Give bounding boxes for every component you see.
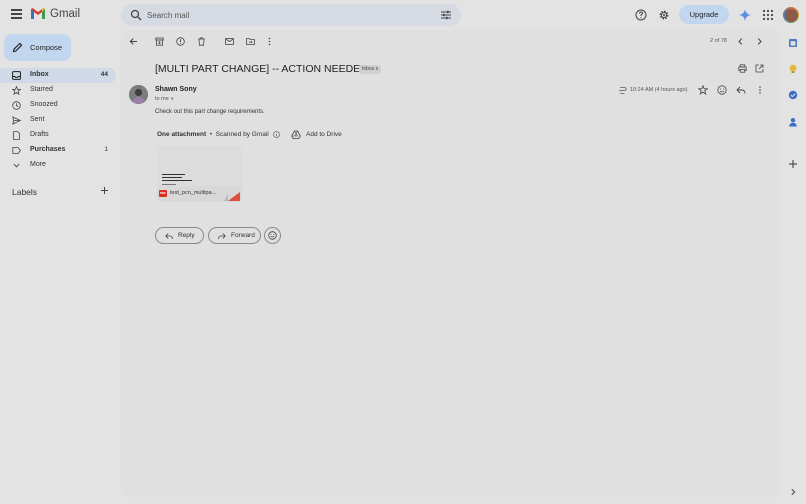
account-avatar[interactable] bbox=[783, 7, 799, 23]
clock-icon bbox=[12, 101, 21, 110]
reply-icon[interactable] bbox=[736, 85, 746, 95]
draft-icon bbox=[13, 131, 20, 140]
attachment-filename: test_pcn_multipa... bbox=[170, 190, 217, 196]
pencil-icon bbox=[12, 42, 23, 53]
forward-icon bbox=[218, 232, 226, 239]
tasks-icon[interactable] bbox=[788, 90, 798, 100]
compose-label: Compose bbox=[30, 43, 63, 52]
sidebar-item-snoozed[interactable]: Snoozed bbox=[0, 98, 116, 113]
scanned-label: Scanned by Gmail bbox=[215, 131, 269, 138]
page-curl-icon bbox=[228, 192, 240, 201]
sidebar-item-label: Drafts bbox=[30, 131, 49, 138]
email-view: 2 of 78 [MULTI PART CHANGE] -- ACTION NE… bbox=[121, 30, 780, 497]
gemini-sparkle-icon[interactable] bbox=[739, 9, 751, 21]
pagination-count: 2 of 78 bbox=[710, 38, 727, 44]
attachment-footer: PDF test_pcn_multipa... bbox=[157, 186, 242, 202]
search-bar[interactable] bbox=[121, 4, 461, 26]
report-spam-icon[interactable] bbox=[176, 37, 185, 46]
person-photo-icon bbox=[129, 85, 148, 104]
sidebar-item-starred[interactable]: Starred bbox=[0, 83, 116, 98]
email-timestamp: 10:24 AM (4 hours ago) bbox=[630, 87, 688, 93]
sidebar-item-sent[interactable]: Sent bbox=[0, 113, 116, 128]
attachment-clip-icon bbox=[619, 87, 627, 94]
gmail-m-icon bbox=[31, 8, 45, 19]
search-options-icon[interactable] bbox=[440, 9, 452, 21]
sidebar-item-label: More bbox=[30, 161, 46, 168]
remove-label-icon[interactable]: x bbox=[376, 66, 379, 72]
email-subject: [MULTI PART CHANGE] -- ACTION NEEDED bbox=[155, 63, 368, 75]
print-icon[interactable] bbox=[738, 64, 747, 73]
sidebar-item-more[interactable]: More bbox=[0, 158, 116, 173]
add-to-drive-link[interactable]: Add to Drive bbox=[306, 131, 342, 138]
label-icon bbox=[12, 147, 21, 154]
more-options-icon[interactable] bbox=[755, 85, 765, 95]
labels-heading: Labels bbox=[12, 187, 38, 197]
top-bar: Gmail Upgrade bbox=[0, 0, 806, 30]
upgrade-button[interactable]: Upgrade bbox=[679, 5, 729, 24]
main-menu-icon[interactable] bbox=[11, 9, 22, 21]
sidebar-item-label: Sent bbox=[30, 116, 45, 123]
sender-name: Shawn Sony bbox=[155, 86, 197, 93]
caret-down-icon[interactable]: ▼ bbox=[170, 96, 174, 101]
add-to-drive-icon[interactable] bbox=[291, 130, 301, 140]
apps-grid-icon[interactable] bbox=[762, 9, 774, 21]
chevron-right-icon[interactable] bbox=[755, 37, 764, 46]
search-icon[interactable] bbox=[130, 9, 142, 21]
star-icon[interactable] bbox=[698, 85, 708, 95]
emoji-reaction-button[interactable] bbox=[264, 227, 281, 244]
send-icon bbox=[12, 116, 21, 125]
move-to-icon[interactable] bbox=[246, 37, 255, 46]
inbox-icon bbox=[12, 71, 21, 80]
add-addon-icon[interactable] bbox=[788, 159, 798, 169]
chevron-left-icon[interactable] bbox=[736, 37, 745, 46]
open-new-window-icon[interactable] bbox=[755, 64, 764, 73]
sender-avatar[interactable] bbox=[129, 85, 148, 104]
recipient-label: to me bbox=[155, 96, 169, 102]
gmail-logo[interactable]: Gmail bbox=[30, 7, 80, 20]
forward-label: Forward bbox=[231, 232, 255, 239]
sidebar-item-label: Snoozed bbox=[30, 101, 58, 108]
sidebar-item-inbox[interactable]: Inbox 44 bbox=[0, 68, 116, 83]
help-icon[interactable] bbox=[635, 9, 647, 21]
recipient-details[interactable]: to me ▼ bbox=[155, 96, 174, 102]
email-body: Check out this part change requirements. bbox=[155, 109, 265, 115]
pdf-icon: PDF bbox=[159, 190, 167, 197]
smiley-icon bbox=[268, 231, 277, 240]
delete-icon[interactable] bbox=[197, 37, 206, 46]
star-icon bbox=[12, 86, 21, 95]
mark-unread-icon[interactable] bbox=[225, 37, 234, 46]
forward-button[interactable]: Forward bbox=[208, 227, 261, 244]
chevron-down-icon bbox=[13, 163, 20, 168]
emoji-react-icon[interactable] bbox=[717, 85, 727, 95]
sidebar-nav: Inbox 44 Starred Snoozed Sent Drafts Pur… bbox=[0, 68, 116, 173]
reply-icon bbox=[165, 232, 173, 239]
info-icon[interactable] bbox=[273, 131, 280, 138]
add-label-icon[interactable] bbox=[100, 186, 109, 195]
sidebar-item-purchases[interactable]: Purchases 1 bbox=[0, 143, 116, 158]
archive-icon[interactable] bbox=[155, 37, 164, 46]
sidebar-item-drafts[interactable]: Drafts bbox=[0, 128, 116, 143]
settings-gear-icon[interactable] bbox=[658, 9, 670, 21]
attachment-card[interactable]: PDF test_pcn_multipa... bbox=[157, 146, 242, 202]
expand-panel-icon[interactable] bbox=[789, 488, 797, 496]
inbox-label-chip: Inbox x bbox=[359, 65, 382, 74]
compose-button[interactable]: Compose bbox=[4, 34, 71, 61]
sidebar-item-label: Starred bbox=[30, 86, 53, 93]
unread-count: 44 bbox=[100, 71, 108, 78]
reply-button[interactable]: Reply bbox=[155, 227, 204, 244]
unread-count: 1 bbox=[104, 146, 108, 153]
attachment-count: One attachment bbox=[157, 131, 207, 138]
label-chip-text: Inbox bbox=[362, 66, 375, 72]
calendar-icon[interactable] bbox=[788, 38, 798, 48]
sidebar-item-label: Purchases bbox=[30, 146, 66, 153]
reply-label: Reply bbox=[178, 232, 195, 239]
attachment-header: One attachment • Scanned by Gmail bbox=[157, 131, 269, 138]
app-name: Gmail bbox=[50, 7, 81, 20]
keep-notes-icon[interactable] bbox=[788, 64, 798, 74]
sidebar-item-label: Inbox bbox=[30, 71, 49, 78]
contacts-icon[interactable] bbox=[788, 117, 798, 127]
more-options-icon[interactable] bbox=[265, 37, 274, 46]
search-input[interactable] bbox=[147, 8, 427, 22]
back-arrow-icon[interactable] bbox=[129, 37, 138, 46]
